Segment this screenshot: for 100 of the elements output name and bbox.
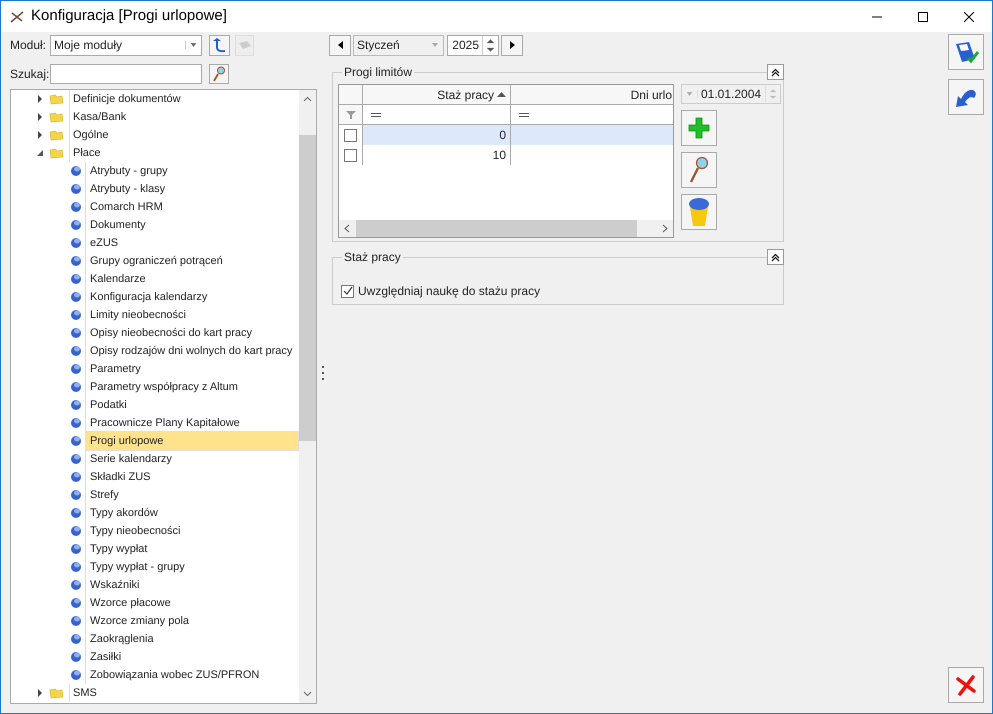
tree-item[interactable]: Progi urlopowe — [85, 431, 299, 451]
sphere-icon — [70, 597, 82, 609]
sphere-icon — [70, 435, 82, 447]
collapse-group-button[interactable] — [767, 249, 784, 265]
module-dropdown[interactable]: Moje moduły — [50, 34, 202, 56]
save-button[interactable] — [948, 34, 984, 70]
sphere-icon — [70, 669, 82, 681]
table-cell-text: 0 — [499, 127, 506, 144]
double-chevron-up-icon — [771, 252, 780, 262]
sphere-icon — [70, 579, 82, 591]
table-row[interactable]: 0 — [339, 125, 673, 145]
scroll-up-icon[interactable] — [303, 96, 312, 102]
search-button[interactable] — [209, 64, 229, 84]
previous-month-button[interactable] — [329, 34, 351, 56]
search-label: Szukaj: — [10, 66, 50, 83]
scrollbar[interactable] — [299, 90, 316, 703]
sphere-icon — [70, 651, 82, 663]
cross-icon — [955, 674, 977, 696]
sphere-icon — [70, 615, 82, 627]
column-header[interactable]: Dni urlo — [511, 85, 673, 104]
sphere-icon — [70, 237, 82, 249]
folder-icon — [49, 130, 64, 140]
floppy-disk-icon — [953, 39, 979, 65]
horizontal-scrollbar[interactable] — [339, 220, 673, 237]
sphere-icon — [70, 471, 82, 483]
column-header[interactable]: Staż pracy — [363, 85, 511, 104]
sphere-icon — [70, 291, 82, 303]
equals-icon — [519, 112, 529, 116]
undo-button[interactable] — [948, 79, 984, 115]
sort-ascending-icon — [497, 92, 506, 97]
curved-arrow-icon — [212, 37, 226, 53]
sphere-icon — [70, 381, 82, 393]
checkbox-label[interactable]: Uwzględniaj naukę do stażu pracy — [358, 282, 540, 300]
sphere-icon — [70, 363, 82, 375]
next-month-button[interactable] — [501, 34, 523, 56]
checkbox[interactable] — [341, 284, 354, 298]
tree-item[interactable]: Ogólne — [69, 126, 108, 144]
sphere-icon — [70, 201, 82, 213]
sphere-icon — [70, 309, 82, 321]
sphere-icon — [70, 561, 82, 573]
sphere-icon — [70, 525, 82, 537]
double-chevron-up-icon — [771, 68, 780, 76]
checkmark-icon — [342, 286, 352, 296]
cancel-button[interactable] — [948, 667, 984, 703]
folder-icon — [49, 94, 64, 104]
sphere-icon — [70, 219, 82, 231]
sphere-icon — [70, 165, 82, 177]
refresh-button[interactable] — [209, 34, 230, 56]
tree-item[interactable]: Definicje dokumentów — [69, 90, 181, 108]
tools-icon — [9, 10, 25, 24]
tree-item[interactable]: SMS — [69, 684, 97, 702]
collapse-group-button[interactable] — [767, 64, 784, 80]
month-dropdown[interactable]: Styczeń — [353, 34, 444, 56]
folder-icon — [49, 112, 64, 122]
sphere-icon — [70, 543, 82, 555]
sphere-icon — [70, 273, 82, 285]
scrollbar-thumb[interactable] — [356, 220, 637, 237]
tile-icon — [238, 40, 252, 50]
window-title: Konfiguracja [Progi urlopowe] — [31, 6, 227, 26]
expand-arrow-icon[interactable] — [36, 113, 44, 121]
left-arrow-icon — [338, 41, 342, 49]
group-title: Staż pracy — [342, 249, 403, 265]
sphere-icon — [70, 183, 82, 195]
folder-icon — [49, 148, 64, 158]
expand-arrow-icon[interactable] — [36, 689, 44, 697]
magnifier-icon — [689, 156, 709, 184]
scroll-down-icon[interactable] — [303, 691, 312, 697]
date-field: 01.01.2004 — [681, 84, 781, 104]
close-icon — [964, 12, 974, 22]
search-field[interactable] — [50, 64, 202, 84]
expand-arrow-icon[interactable] — [36, 95, 44, 103]
row-checkbox[interactable] — [344, 148, 357, 162]
filter-icon[interactable] — [346, 110, 356, 120]
equals-icon — [371, 112, 381, 116]
add-button[interactable] — [681, 110, 717, 146]
sphere-icon — [70, 507, 82, 519]
scrollbar-thumb[interactable] — [299, 135, 316, 441]
tree-item[interactable]: Kasa/Bank — [69, 108, 126, 126]
maximize-icon — [918, 12, 928, 22]
sphere-icon — [70, 417, 82, 429]
delete-button[interactable] — [681, 194, 717, 230]
trash-bin-icon — [688, 197, 710, 227]
tree-item[interactable]: Płace — [69, 144, 101, 162]
sphere-icon — [70, 453, 82, 465]
right-arrow-icon — [510, 41, 514, 49]
group-title: Progi limitów — [342, 64, 414, 80]
sphere-icon — [70, 345, 82, 357]
sphere-icon — [70, 633, 82, 645]
row-checkbox[interactable] — [344, 128, 357, 142]
splitter-handle-icon[interactable] — [322, 366, 324, 380]
sphere-icon — [70, 399, 82, 411]
search-button[interactable] — [681, 152, 717, 188]
plus-icon — [688, 117, 710, 139]
folder-icon — [49, 688, 64, 698]
year-field[interactable]: 2025 — [447, 34, 499, 56]
sphere-icon — [70, 327, 82, 339]
expand-arrow-icon[interactable] — [36, 131, 44, 139]
collapse-arrow-icon[interactable] — [36, 149, 44, 157]
module-label: Moduł: — [10, 37, 48, 54]
sphere-icon — [70, 255, 82, 267]
